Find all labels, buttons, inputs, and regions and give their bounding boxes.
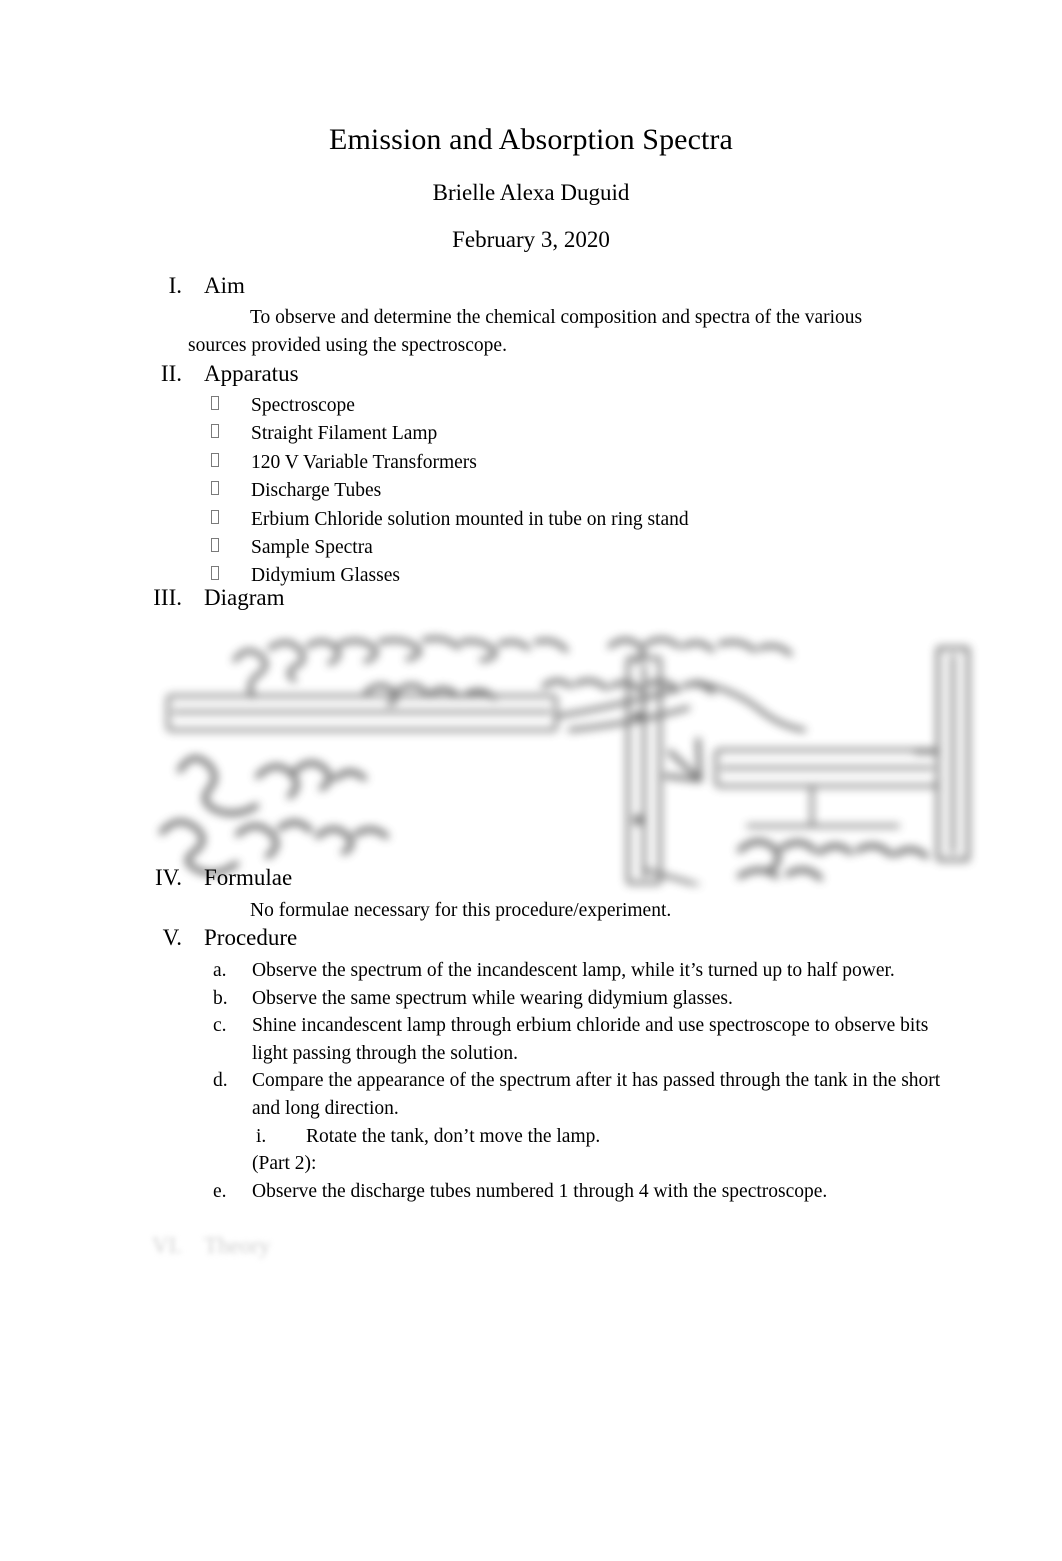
list-item: b. Observe the same spectrum while weari… — [213, 985, 953, 1013]
list-item-marker: e. — [213, 1180, 227, 1202]
list-item-label: Shine incandescent lamp through erbium c… — [252, 1015, 929, 1064]
section-heading-procedure: V. Procedure — [120, 924, 920, 952]
section-heading-formulae: IV. Formulae — [120, 864, 920, 892]
tofu-box-bullet-icon — [211, 481, 219, 496]
list-item-label: Observe the spectrum of the incandescent… — [252, 960, 895, 981]
section-heading-aim: I. Aim — [120, 272, 920, 300]
tofu-box-bullet-icon — [211, 566, 219, 581]
list-item: Erbium Chloride solution mounted in tube… — [211, 506, 931, 534]
list-item-marker: a. — [213, 960, 227, 981]
section-label: Formulae — [204, 865, 293, 890]
list-item: Straight Filament Lamp — [211, 420, 931, 448]
section-label: Diagram — [204, 585, 285, 610]
aim-paragraph: To observe and determine the chemical co… — [188, 307, 863, 356]
list-item-marker: b. — [213, 987, 228, 1009]
section-numeral: VI. — [151, 1233, 182, 1258]
list-item: c. Shine incandescent lamp through erbiu… — [213, 1012, 953, 1067]
tofu-box-bullet-icon — [211, 452, 219, 467]
section-numeral: IV. — [154, 865, 182, 890]
list-item: e. Observe the discharge tubes numbered … — [213, 1178, 953, 1206]
list-item: a. Observe the spectrum of the incandesc… — [213, 957, 953, 985]
list-sub-item-marker: i. — [256, 1125, 267, 1147]
list-item-label: Observe the discharge tubes numbered 1 t… — [252, 1180, 828, 1202]
tofu-box-bullet-icon — [211, 424, 219, 439]
list-item-marker: d. — [213, 1070, 228, 1092]
list-item-label: Compare the appearance of the spectrum a… — [252, 1070, 941, 1119]
list-item: Spectroscope — [211, 392, 931, 420]
page-title: Emission and Absorption Spectra — [329, 123, 733, 156]
hand-drawn-apparatus-sketch — [140, 620, 980, 888]
section-heading-apparatus: II. Apparatus — [120, 360, 920, 388]
list-item-label: Spectroscope — [251, 395, 355, 416]
list-item: 120 V Variable Transformers — [211, 449, 931, 477]
document-date: February 3, 2020 — [452, 227, 610, 252]
list-item-label: Discharge Tubes — [251, 480, 382, 502]
list-item-label: Sample Spectra — [251, 536, 373, 558]
list-item-label: Observe the same spectrum while wearing … — [252, 987, 733, 1009]
list-item-label: Straight Filament Lamp — [251, 423, 438, 445]
tofu-box-bullet-icon — [211, 537, 219, 552]
document-author: Brielle Alexa Duguid — [432, 180, 630, 205]
section-numeral: III. — [153, 585, 182, 610]
section-numeral: II. — [160, 361, 182, 386]
apparatus-list: Spectroscope Straight Filament Lamp 120 … — [211, 392, 931, 591]
section-label: Procedure — [204, 925, 298, 950]
tofu-box-bullet-icon — [211, 396, 219, 410]
section-label: Theory — [204, 1233, 271, 1258]
section-heading-theory-faded: VI. Theory — [120, 1232, 620, 1260]
section-label: Aim — [204, 273, 245, 298]
list-item-label: Erbium Chloride solution mounted in tube… — [251, 508, 689, 530]
procedure-list: a. Observe the spectrum of the incandesc… — [213, 957, 953, 1205]
part-divider-label: (Part 2): — [252, 1153, 317, 1175]
list-item-marker: c. — [213, 1015, 227, 1037]
section-heading-diagram: III. Diagram — [120, 584, 920, 612]
list-item: Sample Spectra — [211, 534, 931, 562]
list-item: d. Compare the appearance of the spectru… — [213, 1067, 953, 1122]
tofu-box-bullet-icon — [211, 509, 219, 524]
list-item-label: 120 V Variable Transformers — [251, 451, 477, 473]
formulae-paragraph: No formulae necessary for this procedure… — [250, 900, 672, 921]
list-sub-item-label: Rotate the tank, don’t move the lamp. — [306, 1125, 601, 1147]
section-numeral: V. — [162, 925, 182, 950]
document-page: Emission and Absorption Spectra Brielle … — [0, 0, 1062, 1561]
section-numeral: I. — [168, 273, 182, 298]
list-item: Discharge Tubes — [211, 477, 931, 505]
list-sub-item: i. Rotate the tank, don’t move the lamp. — [213, 1123, 953, 1151]
section-label: Apparatus — [204, 361, 299, 386]
